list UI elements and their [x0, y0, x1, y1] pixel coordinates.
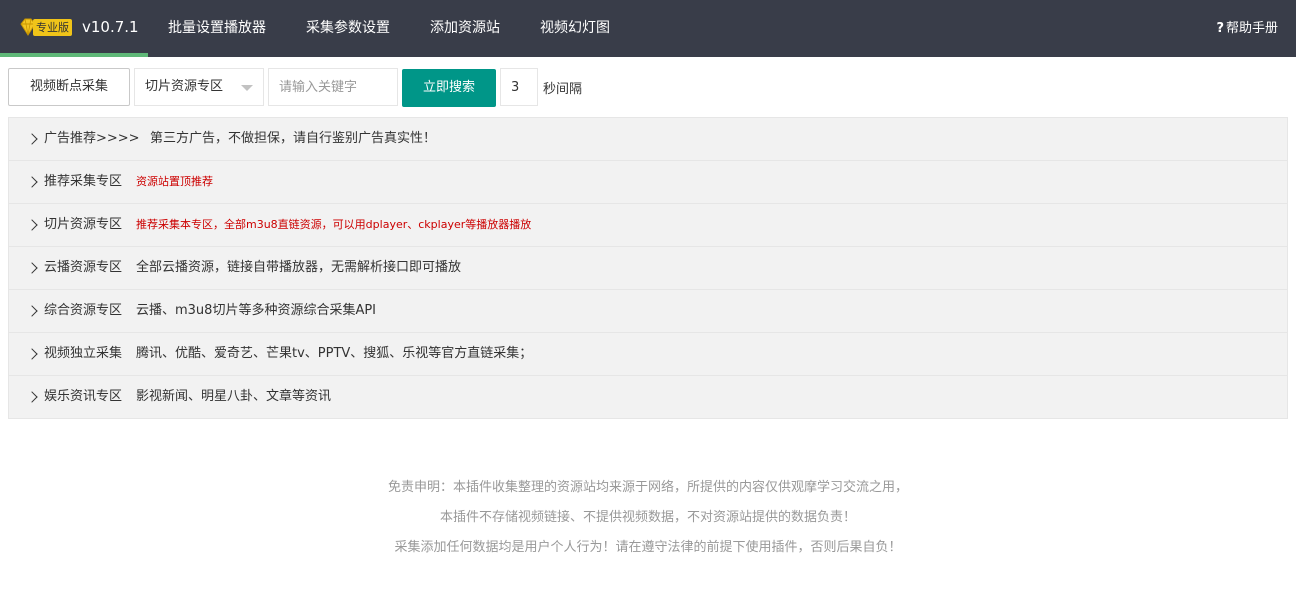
interval-unit-label: 秒间隔	[543, 82, 583, 97]
panel-desc: 第三方广告，不做担保，请自行鉴别广告真实性！	[150, 131, 437, 146]
panel-recommended[interactable]: 推荐采集专区 资源站置顶推荐	[9, 161, 1287, 204]
disclaimer-line-2: 本插件不存储视频链接、不提供视频数据，不对资源站提供的数据负责！	[439, 510, 856, 525]
panel-title: 云播资源专区	[44, 260, 123, 275]
help-link[interactable]: ? 帮助手册	[1216, 0, 1278, 57]
active-underline	[0, 53, 148, 57]
search-button[interactable]: 立即搜索	[402, 69, 496, 107]
panel-desc: 云播、m3u8切片等多种资源综合采集API	[136, 303, 377, 318]
disclaimer-line-3: 采集添加任何数据均是用户个人行为！请在遵守法律的前提下使用插件，否则后果自负！	[394, 540, 902, 555]
panel-title: 视频独立采集	[44, 346, 123, 361]
panel-title: 切片资源专区	[44, 217, 123, 232]
version-label: v10.7.1	[82, 18, 139, 36]
panel-title: 娱乐资讯专区	[44, 389, 123, 404]
category-select[interactable]: 切片资源专区	[134, 68, 264, 106]
panel-desc: 腾讯、优酷、爱奇艺、芒果tv、PPTV、搜狐、乐视等官方直链采集；	[136, 346, 533, 361]
chevron-right-icon	[26, 262, 38, 274]
panel-desc: 影视新闻、明星八卦、文章等资讯	[136, 389, 332, 404]
chevron-right-icon	[26, 305, 38, 317]
panel-cloud[interactable]: 云播资源专区 全部云播资源，链接自带播放器，无需解析接口即可播放	[9, 247, 1287, 290]
panel-desc: 资源站置顶推荐	[136, 175, 213, 188]
pro-badge: 专业版	[33, 19, 72, 36]
chevron-right-icon	[26, 391, 38, 403]
question-icon: ?	[1216, 21, 1224, 36]
top-navbar: 专业版 v10.7.1 批量设置播放器 采集参数设置 添加资源站 视频幻灯图 ?…	[0, 0, 1296, 57]
chevron-right-icon	[26, 219, 38, 231]
nav-batch-player[interactable]: 批量设置播放器	[168, 0, 266, 57]
panel-desc: 推荐采集本专区，全部m3u8直链资源，可以用dplayer、ckplayer等播…	[136, 218, 532, 231]
panel-m3u8[interactable]: 切片资源专区 推荐采集本专区，全部m3u8直链资源，可以用dplayer、ckp…	[9, 204, 1287, 247]
caret-down-icon	[241, 85, 253, 91]
nav-video-slides[interactable]: 视频幻灯图	[540, 0, 610, 57]
panel-title: 广告推荐>>>>	[44, 131, 140, 146]
panel-entertainment[interactable]: 娱乐资讯专区 影视新闻、明星八卦、文章等资讯	[9, 376, 1287, 418]
chevron-right-icon	[26, 348, 38, 360]
disclaimer-line-1: 免责申明：本插件收集整理的资源站均来源于网络，所提供的内容仅供观摩学习交流之用，	[387, 480, 908, 495]
panel-title: 综合资源专区	[44, 303, 123, 318]
chevron-right-icon	[26, 176, 38, 188]
panel-desc: 全部云播资源，链接自带播放器，无需解析接口即可播放	[136, 260, 462, 275]
brand[interactable]: 专业版 v10.7.1	[0, 0, 148, 57]
chevron-right-icon	[26, 133, 38, 145]
resume-collect-button[interactable]: 视频断点采集	[8, 68, 130, 106]
category-select-value: 切片资源专区	[145, 79, 224, 94]
panel-title: 推荐采集专区	[44, 174, 123, 189]
panel-mixed[interactable]: 综合资源专区 云播、m3u8切片等多种资源综合采集API	[9, 290, 1287, 333]
disclaimer: 免责申明：本插件收集整理的资源站均来源于网络，所提供的内容仅供观摩学习交流之用，…	[0, 473, 1296, 563]
nav-collect-params[interactable]: 采集参数设置	[306, 0, 390, 57]
resource-collapse-list: 广告推荐>>>> 第三方广告，不做担保，请自行鉴别广告真实性！ 推荐采集专区 资…	[8, 117, 1288, 419]
interval-input[interactable]	[500, 68, 538, 106]
help-label: 帮助手册	[1225, 21, 1278, 36]
nav-add-source[interactable]: 添加资源站	[430, 0, 500, 57]
panel-video-direct[interactable]: 视频独立采集 腾讯、优酷、爱奇艺、芒果tv、PPTV、搜狐、乐视等官方直链采集；	[9, 333, 1287, 376]
keyword-search-input[interactable]	[268, 68, 398, 106]
panel-ad[interactable]: 广告推荐>>>> 第三方广告，不做担保，请自行鉴别广告真实性！	[9, 118, 1287, 161]
